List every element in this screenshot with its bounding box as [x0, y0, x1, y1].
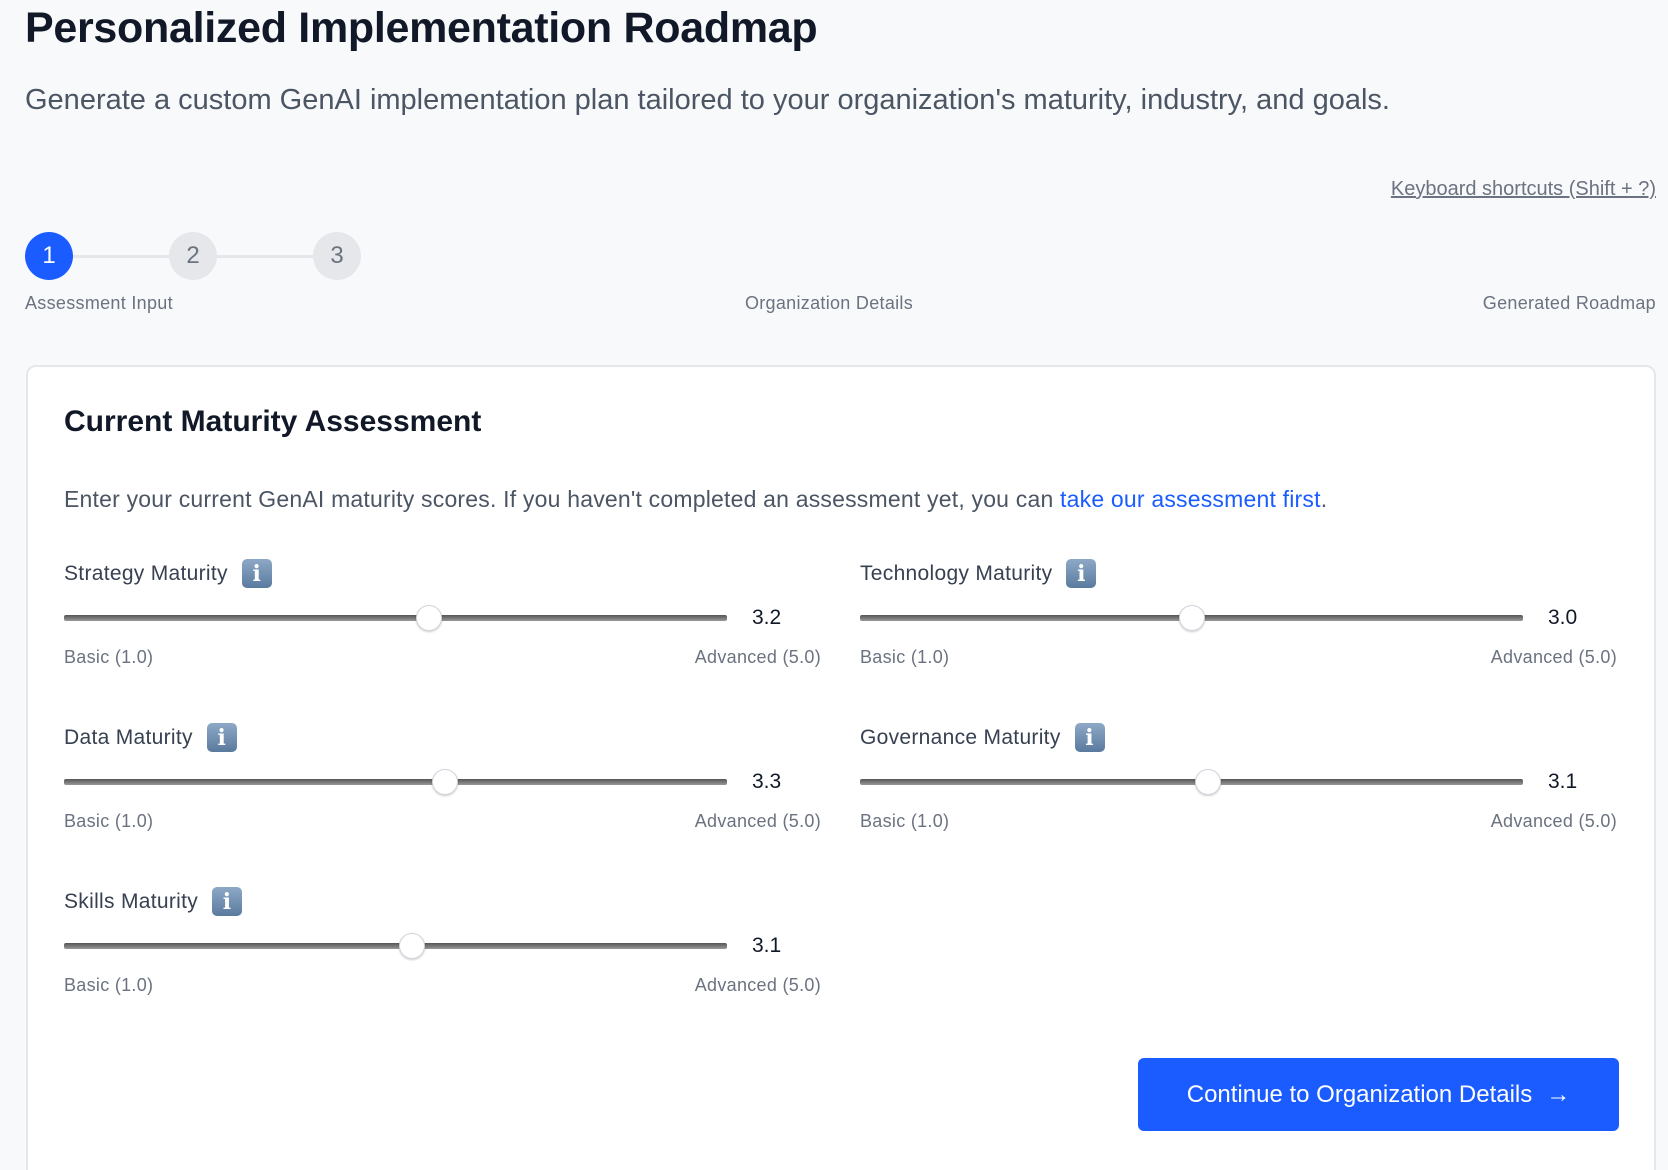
slider-min-label: Basic (1.0) — [860, 647, 950, 667]
step-connector — [73, 255, 169, 258]
intro-text-body: Enter your current GenAI maturity scores… — [64, 486, 1061, 512]
slider-label-text: Governance Maturity — [860, 725, 1061, 749]
arrow-right-icon: → — [1546, 1080, 1571, 1108]
take-assessment-link[interactable]: take our assessment first — [1060, 486, 1321, 512]
slider-thumb[interactable] — [1195, 769, 1222, 795]
keyboard-shortcuts-link[interactable]: Keyboard shortcuts (Shift + ?) — [1391, 178, 1656, 201]
maturity-slider[interactable] — [860, 769, 1523, 795]
slider-value: 3.0 — [1548, 606, 1578, 629]
slider-max-label: Advanced (5.0) — [694, 975, 821, 995]
step-label-organization-details: Organization Details — [744, 293, 914, 313]
info-icon[interactable]: i — [241, 559, 272, 588]
slider-label: Skills Maturity i — [64, 887, 243, 916]
page-subtitle: Generate a custom GenAI implementation p… — [25, 84, 1390, 116]
info-icon[interactable]: i — [1074, 723, 1105, 752]
slider-label-text: Technology Maturity — [860, 561, 1053, 585]
slider-label-text: Data Maturity — [64, 725, 193, 749]
slider-max-label: Advanced (5.0) — [1490, 811, 1617, 831]
slider-min-label: Basic (1.0) — [64, 975, 154, 995]
slider-thumb[interactable] — [399, 933, 426, 959]
step-connector — [217, 255, 313, 258]
slider-label: Technology Maturity i — [860, 559, 1097, 588]
slider-label-text: Skills Maturity — [64, 889, 199, 913]
step-label-generated-roadmap: Generated Roadmap — [1482, 293, 1656, 313]
slider-label-text: Strategy Maturity — [64, 561, 228, 585]
maturity-slider[interactable] — [860, 605, 1523, 631]
slider-label: Governance Maturity i — [860, 723, 1105, 752]
intro-text-end: . — [1320, 486, 1328, 512]
step-2[interactable]: 2 — [169, 232, 217, 280]
slider-min-label: Basic (1.0) — [860, 811, 950, 831]
continue-button-label: Continue to Organization Details — [1186, 1080, 1533, 1108]
info-icon[interactable]: i — [206, 723, 237, 752]
slider-max-label: Advanced (5.0) — [694, 811, 821, 831]
info-icon[interactable]: i — [212, 887, 243, 916]
slider-value: 3.1 — [752, 934, 782, 957]
continue-button[interactable]: Continue to Organization Details → — [1138, 1058, 1619, 1131]
slider-max-label: Advanced (5.0) — [1490, 647, 1617, 667]
slider-value: 3.1 — [1548, 770, 1578, 793]
step-1[interactable]: 1 — [25, 232, 73, 280]
maturity-slider[interactable] — [64, 769, 727, 795]
maturity-slider[interactable] — [64, 605, 727, 631]
slider-thumb[interactable] — [415, 605, 442, 631]
page-title: Personalized Implementation Roadmap — [25, 4, 818, 52]
slider-value: 3.3 — [752, 770, 782, 793]
slider-max-label: Advanced (5.0) — [694, 647, 821, 667]
slider-min-label: Basic (1.0) — [64, 647, 154, 667]
slider-min-label: Basic (1.0) — [64, 811, 154, 831]
intro-text: Enter your current GenAI maturity scores… — [64, 486, 1327, 513]
slider-label: Strategy Maturity i — [64, 559, 272, 588]
slider-label: Data Maturity i — [64, 723, 237, 752]
step-3[interactable]: 3 — [313, 232, 361, 280]
slider-value: 3.2 — [752, 606, 782, 629]
card-title: Current Maturity Assessment — [64, 405, 482, 438]
info-icon[interactable]: i — [1066, 559, 1097, 588]
step-label-assessment-input: Assessment Input — [25, 293, 173, 313]
slider-thumb[interactable] — [1178, 605, 1205, 631]
maturity-slider[interactable] — [64, 933, 727, 959]
